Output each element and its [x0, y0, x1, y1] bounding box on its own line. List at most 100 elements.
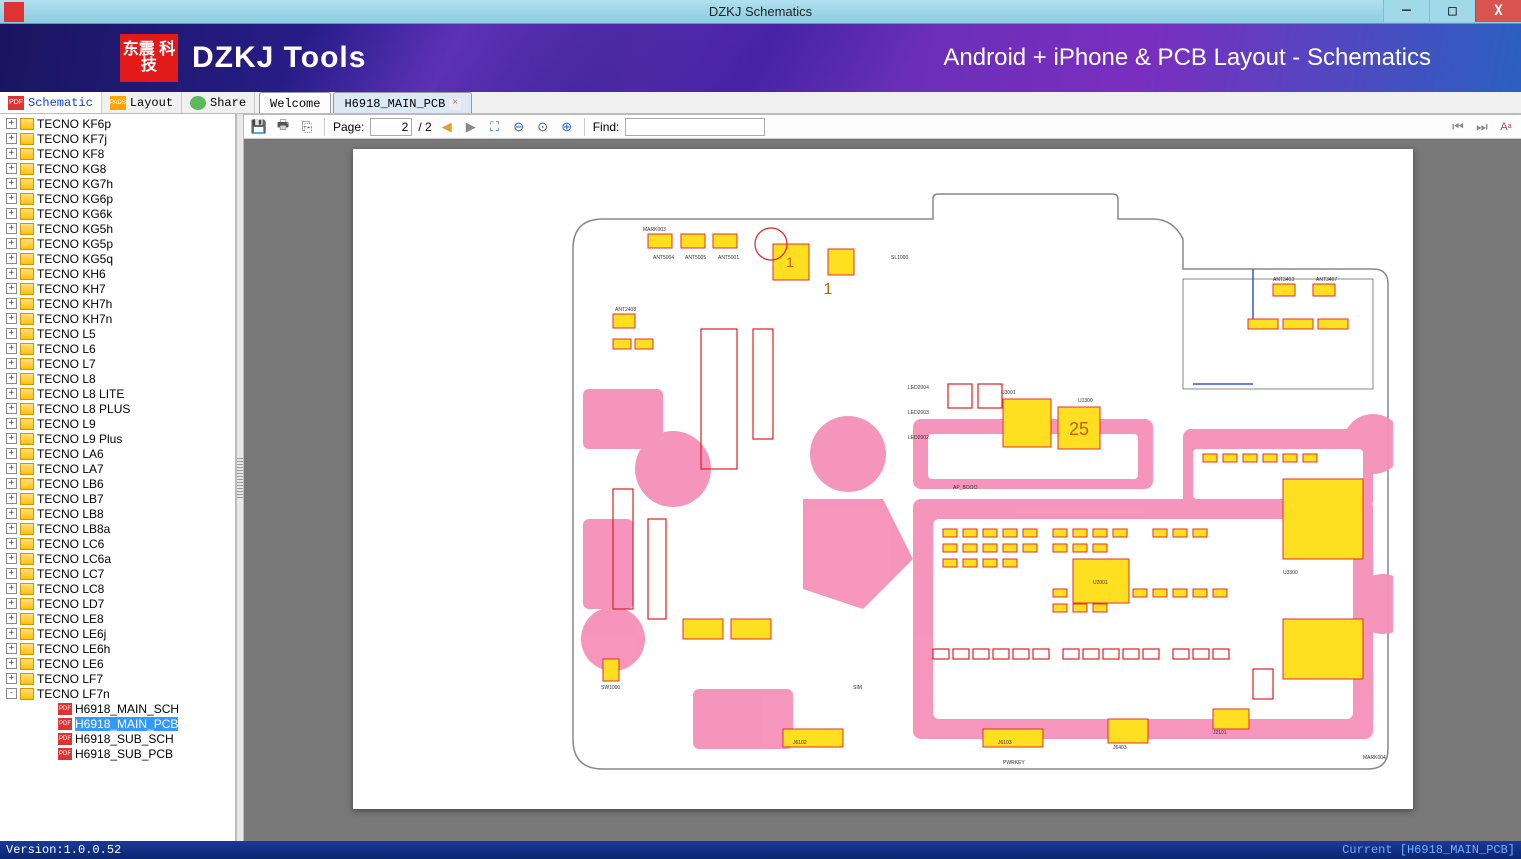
expand-icon[interactable]: +: [6, 313, 17, 324]
tree-folder[interactable]: +TECNO LA6: [0, 446, 235, 461]
tree-folder[interactable]: +TECNO KF8: [0, 146, 235, 161]
minimize-button[interactable]: ─: [1383, 0, 1429, 22]
tree-folder[interactable]: +TECNO L6: [0, 341, 235, 356]
tree-folder[interactable]: +TECNO L8 PLUS: [0, 401, 235, 416]
expand-icon[interactable]: +: [6, 448, 17, 459]
expand-icon[interactable]: +: [6, 208, 17, 219]
tree-folder[interactable]: +TECNO LC7: [0, 566, 235, 581]
tree-folder[interactable]: +TECNO LE6: [0, 656, 235, 671]
expand-icon[interactable]: +: [6, 268, 17, 279]
tree-folder[interactable]: +TECNO KG5p: [0, 236, 235, 251]
expand-icon[interactable]: +: [6, 418, 17, 429]
prev-page-icon[interactable]: ◀: [438, 118, 456, 136]
print-icon[interactable]: 🖶: [274, 118, 292, 136]
tab-schematic[interactable]: PDF Schematic: [0, 92, 102, 113]
copy-icon[interactable]: ⎘: [298, 118, 316, 136]
tree-folder[interactable]: +TECNO LB7: [0, 491, 235, 506]
expand-icon[interactable]: +: [6, 598, 17, 609]
collapse-icon[interactable]: -: [6, 688, 17, 699]
expand-icon[interactable]: +: [6, 658, 17, 669]
expand-icon[interactable]: +: [6, 463, 17, 474]
expand-icon[interactable]: +: [6, 508, 17, 519]
find-input[interactable]: [625, 118, 765, 136]
tree-folder[interactable]: +TECNO KG7h: [0, 176, 235, 191]
tree-folder[interactable]: +TECNO KH7h: [0, 296, 235, 311]
expand-icon[interactable]: +: [6, 673, 17, 684]
tree-file[interactable]: PDFH6918_MAIN_PCB: [0, 716, 235, 731]
expand-icon[interactable]: +: [6, 433, 17, 444]
tree-folder[interactable]: +TECNO KH7: [0, 281, 235, 296]
tree-folder[interactable]: +TECNO LB8: [0, 506, 235, 521]
expand-icon[interactable]: +: [6, 523, 17, 534]
tree-folder[interactable]: +TECNO KG5h: [0, 221, 235, 236]
close-tab-icon[interactable]: ×: [449, 98, 461, 110]
tree-folder[interactable]: +TECNO LC6a: [0, 551, 235, 566]
tree-folder[interactable]: +TECNO LA7: [0, 461, 235, 476]
expand-icon[interactable]: +: [6, 343, 17, 354]
tree-folder[interactable]: +TECNO KG5q: [0, 251, 235, 266]
tree-folder[interactable]: +TECNO LE6j: [0, 626, 235, 641]
expand-icon[interactable]: +: [6, 238, 17, 249]
expand-icon[interactable]: +: [6, 643, 17, 654]
tree-folder[interactable]: +TECNO LD7: [0, 596, 235, 611]
expand-icon[interactable]: +: [6, 493, 17, 504]
doc-tab-active[interactable]: H6918_MAIN_PCB ×: [333, 92, 472, 113]
expand-icon[interactable]: +: [6, 478, 17, 489]
expand-icon[interactable]: +: [6, 358, 17, 369]
expand-icon[interactable]: +: [6, 283, 17, 294]
tree-file[interactable]: PDFH6918_SUB_PCB: [0, 746, 235, 761]
expand-icon[interactable]: +: [6, 328, 17, 339]
tree-folder[interactable]: +TECNO L9: [0, 416, 235, 431]
expand-icon[interactable]: +: [6, 118, 17, 129]
expand-icon[interactable]: +: [6, 583, 17, 594]
next-page-icon[interactable]: ▶: [462, 118, 480, 136]
first-icon[interactable]: ⏮: [1449, 118, 1467, 136]
expand-icon[interactable]: +: [6, 148, 17, 159]
expand-icon[interactable]: +: [6, 193, 17, 204]
expand-icon[interactable]: +: [6, 298, 17, 309]
expand-icon[interactable]: +: [6, 253, 17, 264]
zoom-reset-icon[interactable]: ⊙: [534, 118, 552, 136]
save-icon[interactable]: 💾: [250, 118, 268, 136]
expand-icon[interactable]: +: [6, 553, 17, 564]
fit-page-icon[interactable]: ⛶: [486, 118, 504, 136]
tree-folder[interactable]: +TECNO LC8: [0, 581, 235, 596]
tree-file[interactable]: PDFH6918_MAIN_SCH: [0, 701, 235, 716]
tab-share[interactable]: Share: [182, 92, 255, 113]
page-input[interactable]: [370, 118, 412, 136]
close-button[interactable]: X: [1475, 0, 1521, 22]
tree-file[interactable]: PDFH6918_SUB_SCH: [0, 731, 235, 746]
tree-folder[interactable]: +TECNO LE6h: [0, 641, 235, 656]
text-size-icon[interactable]: Aa: [1497, 118, 1515, 136]
tree-folder[interactable]: +TECNO L9 Plus: [0, 431, 235, 446]
tree-folder[interactable]: +TECNO L7: [0, 356, 235, 371]
expand-icon[interactable]: +: [6, 613, 17, 624]
tree-folder[interactable]: +TECNO LB6: [0, 476, 235, 491]
zoom-out-icon[interactable]: ⊖: [510, 118, 528, 136]
tree-folder-expanded[interactable]: -TECNO LF7n: [0, 686, 235, 701]
tree-folder[interactable]: +TECNO KH7n: [0, 311, 235, 326]
tree-folder[interactable]: +TECNO KF7j: [0, 131, 235, 146]
expand-icon[interactable]: +: [6, 388, 17, 399]
expand-icon[interactable]: +: [6, 163, 17, 174]
tree-folder[interactable]: +TECNO KH6: [0, 266, 235, 281]
tree-folder[interactable]: +TECNO LC6: [0, 536, 235, 551]
expand-icon[interactable]: +: [6, 373, 17, 384]
expand-icon[interactable]: +: [6, 178, 17, 189]
expand-icon[interactable]: +: [6, 403, 17, 414]
expand-icon[interactable]: +: [6, 538, 17, 549]
tree-folder[interactable]: +TECNO LF7: [0, 671, 235, 686]
tab-layout[interactable]: PADS Layout: [102, 92, 182, 113]
tree-folder[interactable]: +TECNO L5: [0, 326, 235, 341]
tree-folder[interactable]: +TECNO KG8: [0, 161, 235, 176]
tree-folder[interactable]: +TECNO LE8: [0, 611, 235, 626]
tree-folder[interactable]: +TECNO L8: [0, 371, 235, 386]
pcb-canvas[interactable]: 25 1 1 MARK003 ANT5004ANT5005ANT5001 SL1…: [244, 139, 1521, 841]
file-tree[interactable]: +TECNO KF6p+TECNO KF7j+TECNO KF8+TECNO K…: [0, 114, 235, 841]
zoom-in-icon[interactable]: ⊕: [558, 118, 576, 136]
last-icon[interactable]: ⏭: [1473, 118, 1491, 136]
expand-icon[interactable]: +: [6, 568, 17, 579]
maximize-button[interactable]: □: [1429, 0, 1475, 22]
expand-icon[interactable]: +: [6, 133, 17, 144]
tree-folder[interactable]: +TECNO KG6p: [0, 191, 235, 206]
